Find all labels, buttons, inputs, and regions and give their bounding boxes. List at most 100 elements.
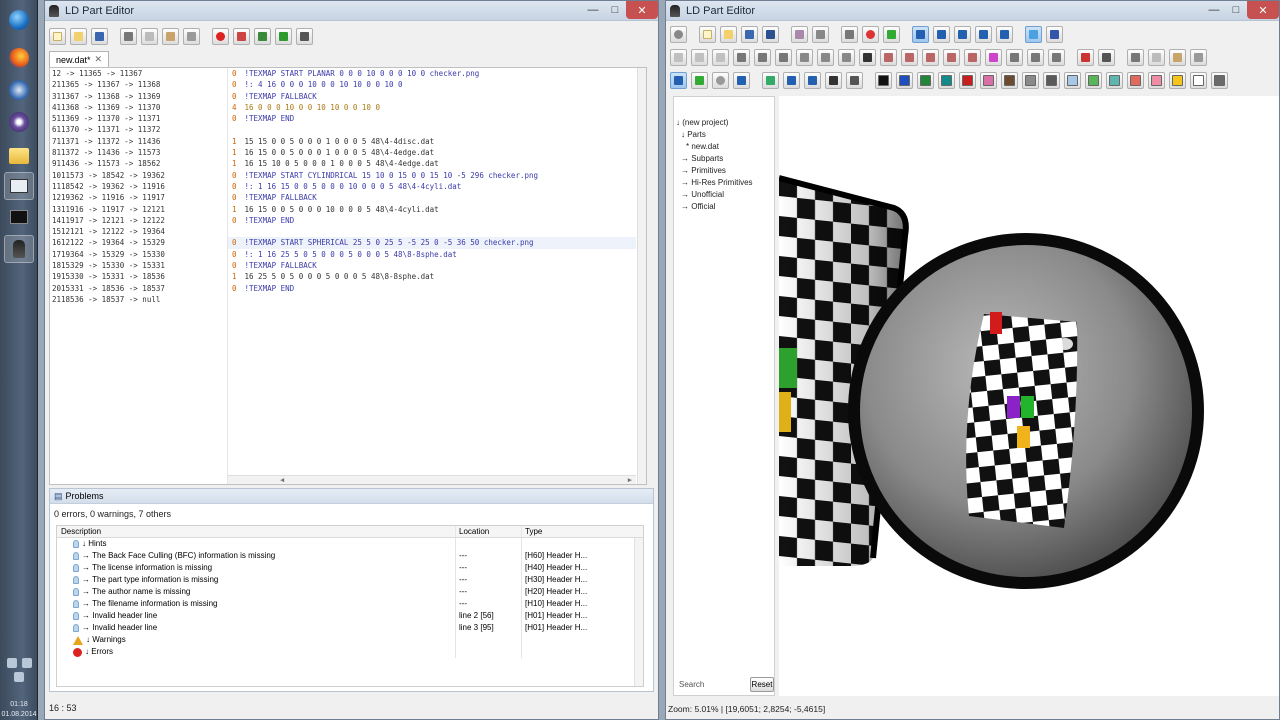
tree-item[interactable]: ↓ Parts	[676, 129, 753, 141]
code-line[interactable]: 1 16 15 10 0 5 0 0 0 1 0 0 0 5 48\4-4edg…	[228, 158, 636, 169]
delete-icon[interactable]	[1190, 49, 1207, 66]
select-sub-icon[interactable]	[975, 26, 992, 43]
edit-g-icon[interactable]	[1006, 49, 1023, 66]
cut-icon[interactable]	[1127, 49, 1144, 66]
code-line[interactable]	[228, 124, 636, 135]
plane-xz-icon[interactable]	[817, 49, 834, 66]
title-bar[interactable]: LD Part Editor — □ ✕	[45, 1, 658, 21]
taskbar-ldpartedit-2[interactable]	[4, 235, 34, 263]
move-icon[interactable]	[1025, 26, 1042, 43]
scroll-right-icon[interactable]: ▶	[628, 476, 632, 484]
compile-icon[interactable]	[296, 28, 313, 45]
color-swatch[interactable]	[1022, 72, 1039, 89]
code-editor[interactable]: 12 -> 11365 -> 11367 211365 -> 11367 -> 1…	[49, 67, 647, 485]
inline-icon[interactable]	[254, 28, 271, 45]
select-vertex-icon[interactable]	[912, 26, 929, 43]
taskbar-firefox[interactable]	[4, 44, 34, 72]
stop-icon[interactable]	[862, 26, 879, 43]
tree-item[interactable]: → Primitives	[676, 165, 753, 177]
reset-button[interactable]: Reset	[750, 677, 774, 692]
tree-item[interactable]: → Official	[676, 201, 753, 213]
open-icon[interactable]	[720, 26, 737, 43]
image-icon[interactable]	[812, 26, 829, 43]
color-swatch[interactable]	[896, 72, 913, 89]
table-row[interactable]: → The license information is missing ---[…	[57, 562, 643, 574]
column-location[interactable]: Location	[455, 526, 521, 537]
sync-icon[interactable]	[670, 26, 687, 43]
3d-viewport[interactable]	[779, 96, 1279, 696]
taskbar-explorer[interactable]	[4, 142, 34, 170]
column-type[interactable]: Type	[521, 526, 633, 537]
mirror-y-icon[interactable]	[754, 49, 771, 66]
mirror-x-icon[interactable]	[733, 49, 750, 66]
edit-d-icon[interactable]	[943, 49, 960, 66]
code-line[interactable]: 4 16 0 0 0 10 0 0 10 10 0 0 10 0	[228, 102, 636, 113]
edit-b-icon[interactable]	[901, 49, 918, 66]
edit-e-icon[interactable]	[964, 49, 981, 66]
edit-a-icon[interactable]	[880, 49, 897, 66]
close-tab-icon[interactable]: ✕	[95, 54, 103, 65]
delete-icon[interactable]	[183, 28, 200, 45]
code-line[interactable]: 0 !TEXMAP FALLBACK	[228, 91, 636, 102]
grid-icon[interactable]	[883, 26, 900, 43]
search-input[interactable]: Search	[676, 678, 746, 691]
new-icon[interactable]	[49, 28, 66, 45]
tree-item[interactable]: ↓ (new project)	[676, 117, 753, 129]
pin-icon[interactable]	[762, 72, 779, 89]
scroll-left-icon[interactable]: ◀	[280, 476, 284, 484]
plane-xy-icon[interactable]	[796, 49, 813, 66]
plane-yz-icon[interactable]	[838, 49, 855, 66]
maximize-button[interactable]: □	[1225, 1, 1247, 19]
flag-icon[interactable]	[6, 658, 17, 668]
color-swatch[interactable]	[917, 72, 934, 89]
code-line[interactable]: 1 16 25 5 0 5 0 0 0 5 0 0 0 5 48\8-8sphe…	[228, 271, 636, 282]
draw-tri-icon[interactable]	[691, 49, 708, 66]
color-swatch[interactable]	[1106, 72, 1123, 89]
table-row[interactable]: → Invalid header line line 2 [56] [H01] He…	[57, 610, 643, 622]
code-line[interactable]: 1 15 15 0 0 5 0 0 0 1 0 0 0 5 48\4-4disc…	[228, 136, 636, 147]
paste-icon[interactable]	[1169, 49, 1186, 66]
code-text[interactable]: 0 !TEXMAP START PLANAR 0 0 0 10 0 0 0 10…	[228, 68, 636, 484]
draw-quad-icon[interactable]	[712, 49, 729, 66]
color-swatch[interactable]	[875, 72, 892, 89]
color-swatch[interactable]	[1043, 72, 1060, 89]
snapshot-icon[interactable]	[791, 26, 808, 43]
color-swatch[interactable]	[1085, 72, 1102, 89]
color-swatch[interactable]	[938, 72, 955, 89]
tree-item[interactable]: → Hi-Res Primitives	[676, 177, 753, 189]
start-button[interactable]	[4, 6, 34, 34]
taskbar-app-3[interactable]	[4, 108, 34, 136]
copy-icon[interactable]	[141, 28, 158, 45]
close-button[interactable]: ✕	[1247, 1, 1279, 19]
taskbar-console[interactable]	[4, 203, 34, 231]
network-icon[interactable]	[21, 658, 32, 668]
edit-h-icon[interactable]	[1027, 49, 1044, 66]
code-line[interactable]: 0 !TEXMAP END	[228, 283, 636, 294]
code-line[interactable]: 1 16 15 0 0 5 0 0 0 1 0 0 0 5 48\4-4edge…	[228, 147, 636, 158]
select-all-icon[interactable]	[996, 26, 1013, 43]
problems-scrollbar[interactable]	[634, 538, 643, 686]
code-line[interactable]: 0 !TEXMAP FALLBACK	[228, 192, 636, 203]
code-line[interactable]: 0 !: 4 16 0 0 0 10 0 0 10 10 0 0 10 0	[228, 79, 636, 90]
volume-icon[interactable]	[14, 672, 24, 682]
table-row[interactable]: → The filename information is missing ---…	[57, 598, 643, 610]
table-row[interactable]: → The part type information is missing --…	[57, 574, 643, 586]
redo-icon[interactable]	[275, 28, 292, 45]
editor-vertical-scrollbar[interactable]	[637, 68, 646, 484]
taskbar-ldpartedit-1[interactable]	[4, 172, 34, 200]
color-swatch[interactable]	[980, 72, 997, 89]
tab-new-dat[interactable]: new.dat* ✕	[49, 51, 110, 67]
tree-item[interactable]: → Subparts	[676, 153, 753, 165]
close-button[interactable]: ✕	[626, 1, 658, 19]
save-icon[interactable]	[91, 28, 108, 45]
column-description[interactable]: Description	[57, 526, 455, 537]
maximize-button[interactable]: □	[604, 1, 626, 19]
select-line-icon[interactable]	[954, 26, 971, 43]
sort-icon[interactable]	[233, 28, 250, 45]
stop-icon[interactable]	[212, 28, 229, 45]
copy-icon[interactable]	[1148, 49, 1165, 66]
code-line[interactable]: 0 !: 1 16 15 0 0 5 0 0 0 10 0 0 0 5 48\4…	[228, 181, 636, 192]
color-swatch[interactable]	[1190, 72, 1207, 89]
color-swatch[interactable]	[1169, 72, 1186, 89]
color-swatch[interactable]	[1127, 72, 1144, 89]
